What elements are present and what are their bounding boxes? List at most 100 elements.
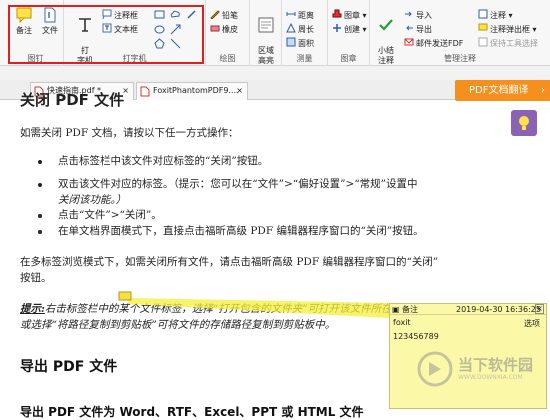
notes-button[interactable]: 注释 ▾: [478, 9, 513, 21]
bullet-dot: [38, 214, 42, 218]
perimeter-button[interactable]: 周长: [286, 23, 314, 35]
eraser-label: 橡皮: [222, 25, 238, 34]
pdf-file-icon: [140, 86, 150, 97]
watermark: 当下软件园 WWW.DOWNXIA.COM: [416, 348, 546, 398]
close-icon[interactable]: ×: [236, 83, 243, 99]
intro-paragraph: 如需关闭 PDF 文档，请按以下任一方式操作：: [20, 127, 239, 139]
create-stamp-button[interactable]: 创建 ▾: [332, 23, 367, 35]
para-multitab-2: 按钮。: [20, 272, 52, 284]
pencil-icon: [210, 10, 220, 19]
chevron-right-icon: ›: [541, 85, 545, 96]
area-highlight-icon: [258, 17, 274, 33]
chevron-down-icon: ▾: [360, 25, 367, 34]
heading-close-pdf: 关闭 PDF 文件: [20, 91, 125, 109]
watermark-text: 当下软件园: [458, 356, 534, 374]
stamp-group: 图章 ▾ 创建 ▾ 图章: [328, 0, 370, 66]
bullet-2-cont: 关闭该功能。）: [58, 194, 127, 206]
manage-group-label: 管理注释: [444, 54, 476, 63]
tip-text-1: 右击标签栏中的某个文件标签，选择“打开包含的文件夹”可打开该文件所在的目录，: [44, 303, 400, 315]
chevron-down-icon: ▾: [360, 11, 367, 20]
highlight-box: [8, 5, 204, 64]
perimeter-label: 周长: [298, 25, 314, 34]
bullet-dot: [38, 160, 42, 164]
heading-export-pdf: 导出 PDF 文件: [20, 359, 118, 375]
distance-label: 距离: [298, 11, 314, 20]
bullet-dot: [38, 230, 42, 234]
chevron-down-icon: ▾: [530, 25, 537, 34]
bullet-1: 点击标签栏中该文件对应标签的“关闭”按钮。: [58, 155, 269, 167]
bullet-3: 点击“文件”>“关闭”。: [58, 209, 162, 221]
lightbulb-icon: [519, 116, 529, 130]
email-fdf-button[interactable]: 邮件发送FDF: [404, 37, 463, 49]
create-icon: [333, 24, 341, 32]
export-label: 导出: [416, 25, 432, 34]
note-author: foxit: [393, 318, 411, 327]
eraser-button[interactable]: 橡皮: [210, 23, 238, 35]
notes-label: 注释: [490, 11, 506, 20]
popup-notes-icon: [478, 23, 488, 31]
manage-annotations-group: 小结 注释 导入 导出 邮件发送FDF 注释 ▾ 注释弹出框 ▾ 保持工具选择 …: [370, 0, 550, 66]
area-highlight-group: 区域 高亮: [250, 0, 282, 66]
notes-icon: [478, 9, 488, 19]
para-multitab-1: 在多标签浏览模式下，如需关闭所有文件，请点击福昕高级 PDF 编辑器程序窗口的“…: [20, 256, 439, 268]
import-button[interactable]: 导入: [404, 9, 432, 21]
note-date: 2019-04-30 16:36:25: [456, 305, 541, 314]
area-highlight-label: 区域 高亮: [258, 46, 274, 65]
email-icon: [404, 38, 414, 46]
distance-icon: [286, 12, 296, 16]
note-options[interactable]: 选项: [524, 318, 540, 329]
stamp-group-label: 图章: [340, 54, 357, 63]
chevron-down-icon: ▾: [506, 11, 513, 20]
email-fdf-label: 邮件发送FDF: [416, 39, 464, 48]
import-icon: [405, 11, 412, 17]
downxia-logo-icon: [417, 351, 453, 387]
keep-tool-label: 保持工具选择: [490, 39, 538, 48]
measure-group-label: 测量: [296, 54, 313, 63]
drawing-group: 铅笔 橡皮 绘图: [206, 0, 250, 66]
keep-tool-checkbox[interactable]: 保持工具选择: [478, 37, 538, 49]
perimeter-icon: [286, 23, 296, 33]
bullet-2: 双击该文件对应的标签。（提示：您可以在“文件”>“偏好设置”>“常规”设置中: [58, 178, 418, 190]
popup-notes-label: 注释弹出框: [490, 25, 530, 34]
checkbox-icon: [478, 37, 488, 47]
stamp-label: 图章: [344, 11, 360, 20]
close-icon[interactable]: ×: [535, 304, 544, 314]
area-highlight-button[interactable]: 区域 高亮: [253, 6, 279, 66]
import-label: 导入: [416, 11, 432, 20]
measure-group: 距离 周长 面积 测量: [282, 0, 328, 66]
translate-label: PDF文档翻译: [469, 85, 529, 96]
distance-button[interactable]: 距离: [286, 9, 314, 21]
tab-foxit-phantom[interactable]: FoxitPhantomPDF9.... ×: [136, 82, 248, 100]
note-title: 备注: [402, 305, 418, 314]
area-icon: [286, 37, 296, 47]
eraser-icon: [210, 25, 220, 32]
area-button[interactable]: 面积: [286, 37, 314, 49]
stamp-icon: [332, 9, 342, 18]
ribbon-collapse-strip: [0, 66, 550, 80]
popup-notes-button[interactable]: 注释弹出框 ▾: [478, 23, 537, 35]
bullet-dot: [38, 183, 42, 187]
create-label: 创建: [344, 25, 360, 34]
stamp-button[interactable]: 图章 ▾: [332, 9, 367, 21]
watermark-sub: WWW.DOWNXIA.COM: [458, 374, 523, 381]
tip-line-2: 或选择“将路径复制到剪贴板”可将文件的存储路径复制到剪贴板中。: [20, 319, 336, 331]
drawing-group-label: 绘图: [219, 54, 236, 63]
tip-line-1: 提示:右击标签栏中的某个文件标签，选择“打开包含的文件夹”可打开该文件所在的目录…: [20, 301, 400, 317]
pencil-button[interactable]: 铅笔: [210, 9, 238, 21]
pdf-translate-button[interactable]: PDF文档翻译 ›: [455, 80, 550, 101]
note-marker-icon[interactable]: [118, 291, 132, 303]
export-icon: [406, 25, 413, 31]
note-content[interactable]: 123456789: [393, 332, 439, 341]
idea-button[interactable]: [511, 110, 537, 136]
bullet-4: 在单文档界面模式下，直接点击福昕高级 PDF 编辑器程序窗口的“关闭”按钮。: [58, 225, 424, 237]
tip-label: 提示:: [20, 303, 45, 315]
note-options-label: 选项: [524, 319, 540, 328]
pencil-label: 铅笔: [222, 11, 238, 20]
area-label: 面积: [298, 39, 314, 48]
export-button[interactable]: 导出: [404, 23, 432, 35]
checkmark-icon: [379, 19, 393, 31]
note-icon: ▣: [392, 305, 400, 314]
ribbon-toolbar: 备注 文件 图钉 打 字机 注释框 文本框 打字机 铅笔 橡皮 绘图 区域 高亮…: [0, 0, 550, 66]
tab-foxit-phantom-label: FoxitPhantomPDF9....: [153, 86, 239, 95]
export-subheading: 导出 PDF 文件为 Word、RTF、Excel、PPT 或 HTML 文件: [20, 405, 364, 419]
